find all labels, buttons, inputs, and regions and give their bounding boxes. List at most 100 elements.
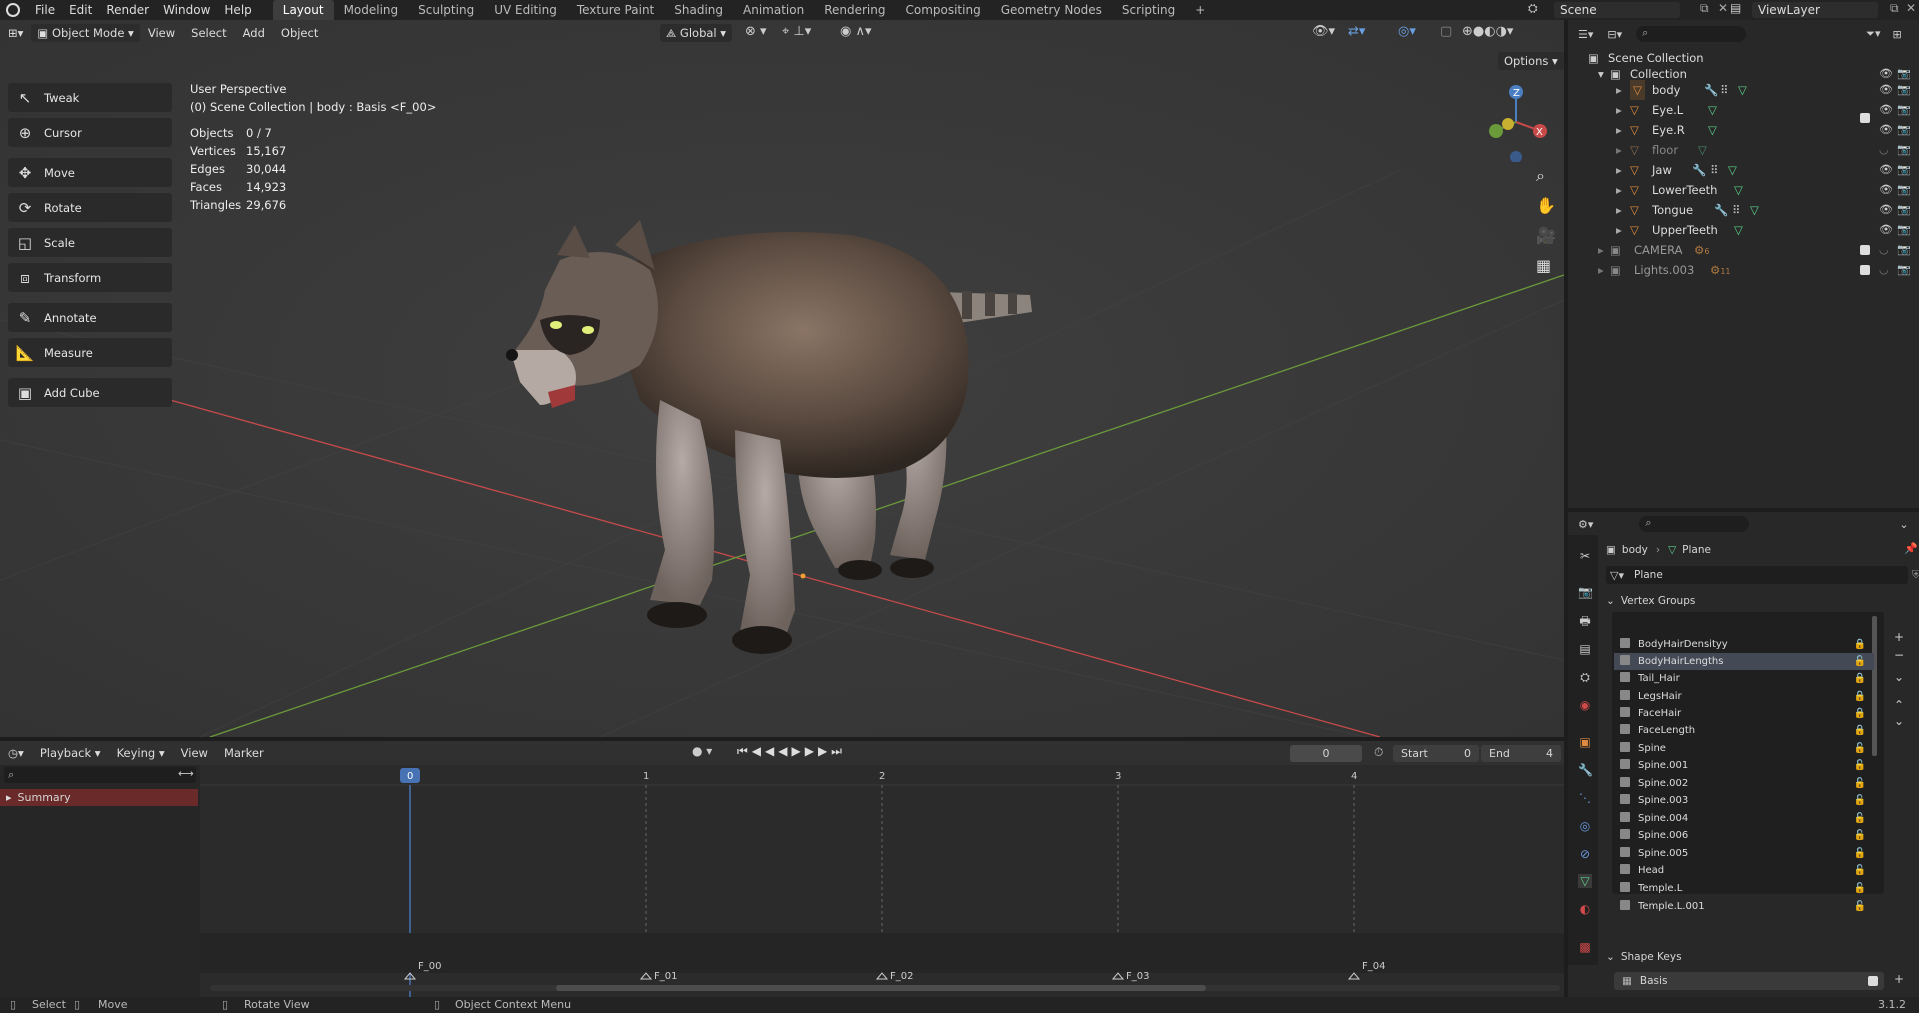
tool-cursor[interactable]: ⊕ Cursor bbox=[8, 118, 172, 147]
camera-render-icon[interactable]: 📷 bbox=[1897, 220, 1911, 240]
render-tab-icon[interactable]: 📷 bbox=[1578, 585, 1593, 599]
mesh-data-tab-icon[interactable]: ▽ bbox=[1578, 874, 1592, 888]
tab-shading[interactable]: Shading bbox=[664, 0, 733, 20]
new-collection-icon[interactable]: ⊞ bbox=[1892, 28, 1901, 41]
outliner-row-camera[interactable]: ▸ ▣ CAMERA ⚙6 ◡ 📷 bbox=[1568, 240, 1919, 260]
eye-closed-icon[interactable]: ◡ bbox=[1879, 140, 1889, 160]
menu-select[interactable]: Select bbox=[183, 20, 234, 46]
texture-tab-icon[interactable]: ▩ bbox=[1578, 940, 1592, 954]
eye-closed-icon[interactable]: ◡ bbox=[1879, 260, 1889, 280]
shape-key-basis[interactable]: ▦ Basis bbox=[1614, 972, 1884, 990]
view-layer-selector[interactable]: ViewLayer bbox=[1752, 2, 1878, 18]
tab-scripting[interactable]: Scripting bbox=[1112, 0, 1185, 20]
unlock-icon[interactable]: 🔓 bbox=[1854, 880, 1866, 897]
xray-icon[interactable]: ▢ bbox=[1440, 24, 1452, 39]
specials-chevron-icon[interactable]: ⌄ bbox=[1894, 670, 1904, 684]
3d-viewport[interactable]: User Perspective (0) Scene Collection | … bbox=[0, 20, 1564, 737]
constraints-tab-icon[interactable]: ⊘ bbox=[1578, 847, 1592, 861]
vertex-group-item[interactable]: Tail_Hair 🔒 bbox=[1614, 670, 1874, 687]
move-up-icon[interactable]: ⌃ bbox=[1894, 698, 1904, 712]
vertex-group-item[interactable]: Temple.L.001 🔓 bbox=[1614, 898, 1874, 915]
tab-rendering[interactable]: Rendering bbox=[814, 0, 895, 20]
vertex-group-item[interactable]: Spine.006 🔓 bbox=[1614, 827, 1874, 844]
unlock-icon[interactable]: 🔓 bbox=[1854, 827, 1866, 844]
unlock-icon[interactable]: 🔓 bbox=[1854, 810, 1866, 827]
blender-logo-icon[interactable] bbox=[6, 3, 20, 17]
vertex-group-item[interactable]: Spine.001 🔓 bbox=[1614, 757, 1874, 774]
menu-playback[interactable]: Playback ▾ bbox=[32, 740, 109, 766]
tool-measure[interactable]: 📐 Measure bbox=[8, 338, 172, 367]
stopwatch-icon[interactable]: ⏱ bbox=[1374, 745, 1383, 760]
vertex-group-item[interactable]: Spine.004 🔓 bbox=[1614, 810, 1874, 827]
copy-icon[interactable]: ⧉ bbox=[1700, 1, 1709, 16]
visibility-icon[interactable]: 👁▾ bbox=[1312, 24, 1335, 39]
unlock-icon[interactable]: 🔓 bbox=[1854, 653, 1866, 670]
close-icon[interactable]: ✕ bbox=[1718, 1, 1728, 15]
remove-vertex-group-icon[interactable]: − bbox=[1894, 648, 1904, 662]
outliner-row-floor[interactable]: ▸ ▽ floor ▽ ◡ 📷 bbox=[1568, 140, 1919, 160]
eye-icon[interactable]: 👁 bbox=[1879, 200, 1893, 220]
tab-geometry-nodes[interactable]: Geometry Nodes bbox=[991, 0, 1112, 20]
record-icon[interactable]: ● ▾ bbox=[692, 744, 712, 758]
unlock-icon[interactable]: 🔓 bbox=[1854, 862, 1866, 879]
close-icon[interactable]: ✕ bbox=[1906, 1, 1916, 15]
vertex-group-item[interactable]: LegsHair 🔒 bbox=[1614, 688, 1874, 705]
eye-closed-icon[interactable]: ◡ bbox=[1879, 240, 1889, 260]
unlock-icon[interactable]: 🔓 bbox=[1854, 775, 1866, 792]
camera-render-icon[interactable]: 📷 bbox=[1897, 100, 1911, 120]
tool-scale[interactable]: ◱ Scale bbox=[8, 228, 172, 257]
tab-animation[interactable]: Animation bbox=[733, 0, 814, 20]
vertex-group-item[interactable]: FaceHair 🔒 bbox=[1614, 705, 1874, 722]
camera-render-icon[interactable]: 📷 bbox=[1897, 160, 1911, 180]
outliner-row-tongue[interactable]: ▸ ▽ Tongue 🔧 ⠿ ▽ 👁 📷 bbox=[1568, 200, 1919, 220]
tab-compositing[interactable]: Compositing bbox=[895, 0, 990, 20]
editor-type-icon[interactable]: ⊞▾ bbox=[0, 20, 31, 46]
vertex-group-item[interactable]: Spine.005 🔓 bbox=[1614, 845, 1874, 862]
modifier-tab-icon[interactable]: 🔧 bbox=[1578, 763, 1593, 777]
orientation-dropdown[interactable]: ⟁ Global ▾ bbox=[660, 24, 733, 42]
vertex-group-item[interactable]: Temple.L 🔓 bbox=[1614, 880, 1874, 897]
output-tab-icon[interactable]: 🖶 bbox=[1578, 614, 1592, 628]
menu-keying[interactable]: Keying ▾ bbox=[109, 740, 173, 766]
menu-file[interactable]: File bbox=[28, 0, 62, 20]
vertex-group-item[interactable]: Spine.003 🔓 bbox=[1614, 792, 1874, 809]
playback-controls-icon[interactable]: ⏮◀◀◀▶▶▶⏭ bbox=[737, 744, 846, 759]
outliner-row-upperteeth[interactable]: ▸ ▽ UpperTeeth ▽ 👁 📷 bbox=[1568, 220, 1919, 240]
start-frame-field[interactable]: Start 0 bbox=[1393, 745, 1479, 762]
tool-transform[interactable]: ⧈ Transform bbox=[8, 263, 172, 292]
eye-icon[interactable]: 👁 bbox=[1879, 220, 1893, 240]
add-workspace-button[interactable]: + bbox=[1185, 0, 1215, 20]
menu-object[interactable]: Object bbox=[273, 20, 326, 46]
vertex-group-item[interactable]: Spine 🔓 bbox=[1614, 740, 1874, 757]
mesh-name-field[interactable]: ▽▾ Plane bbox=[1606, 566, 1908, 584]
vertex-group-item[interactable]: Head 🔓 bbox=[1614, 862, 1874, 879]
add-shape-key-icon[interactable]: + bbox=[1894, 972, 1904, 986]
menu-view[interactable]: View bbox=[173, 740, 216, 766]
outliner-row-body[interactable]: ▸ ▽ body 🔧 ⠿ ▽ 👁 📷 bbox=[1568, 80, 1919, 100]
camera-render-icon[interactable]: 📷 bbox=[1897, 180, 1911, 200]
menu-edit[interactable]: Edit bbox=[62, 0, 99, 20]
tab-layout[interactable]: Layout bbox=[272, 0, 334, 20]
outliner-row-lights[interactable]: ▸ ▣ Lights.003 ⚙11 ◡ 📷 bbox=[1568, 260, 1919, 280]
eye-icon[interactable]: 👁 bbox=[1879, 100, 1893, 120]
unlock-icon[interactable]: 🔓 bbox=[1854, 792, 1866, 809]
overlays-icon[interactable]: ◎▾ bbox=[1398, 24, 1416, 39]
chevron-down-icon[interactable]: ⌄ bbox=[1899, 518, 1908, 531]
camera-render-icon[interactable]: 📷 bbox=[1897, 200, 1911, 220]
unlock-icon[interactable]: 🔓 bbox=[1854, 757, 1866, 774]
outliner-search-input[interactable]: ⌕ bbox=[1636, 26, 1747, 42]
grid-icon[interactable]: ▦ bbox=[1536, 256, 1551, 275]
add-vertex-group-icon[interactable]: + bbox=[1894, 630, 1904, 644]
outliner-row-lowerteeth[interactable]: ▸ ▽ LowerTeeth ▽ 👁 📷 bbox=[1568, 180, 1919, 200]
options-dropdown[interactable]: Options ▾ bbox=[1498, 52, 1564, 70]
include-checkbox[interactable] bbox=[1860, 265, 1870, 275]
shape-keys-panel-header[interactable]: ⌄ Shape Keys bbox=[1606, 948, 1682, 966]
vertex-group-item[interactable]: BodyHairDensityy 🔒 bbox=[1614, 636, 1874, 653]
eye-icon[interactable]: 👁 bbox=[1879, 160, 1893, 180]
view-layer-icon[interactable]: ▤ bbox=[1730, 1, 1741, 15]
timeline-editor-icon[interactable]: ◷▾ bbox=[0, 740, 32, 766]
camera-render-icon[interactable]: 📷 bbox=[1897, 120, 1911, 140]
vertex-group-item[interactable]: Spine.002 🔓 bbox=[1614, 775, 1874, 792]
menu-add[interactable]: Add bbox=[235, 20, 273, 46]
outliner-row-eye-l[interactable]: ▸ ▽ Eye.L ▽ 👁 📷 bbox=[1568, 100, 1919, 120]
